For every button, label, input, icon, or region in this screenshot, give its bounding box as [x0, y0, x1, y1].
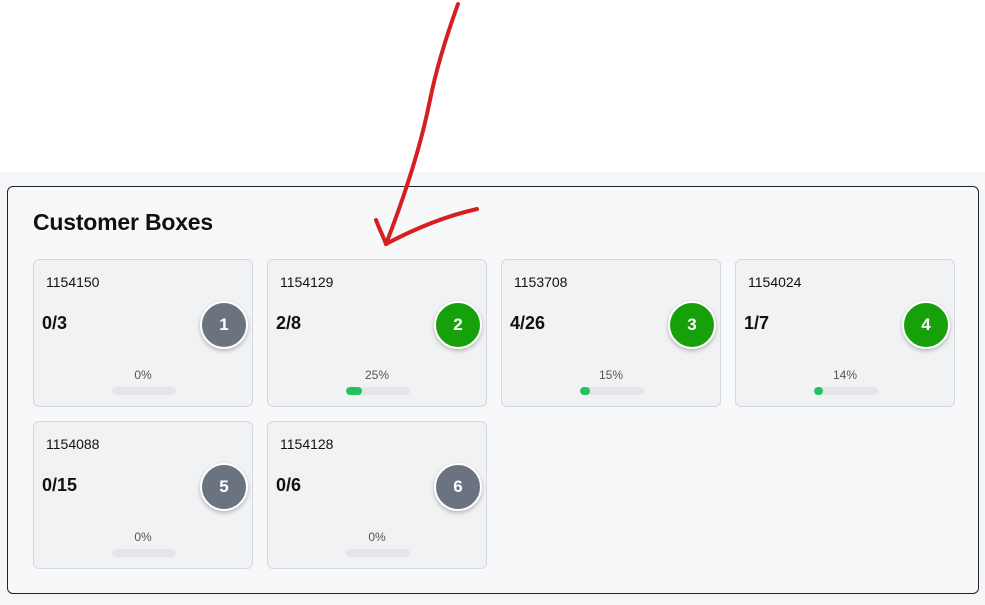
annotation-arrow-icon	[374, 2, 479, 246]
arrow-shaft	[384, 2, 460, 246]
arrow-head-left	[374, 218, 388, 246]
arrow-head-right	[384, 207, 479, 246]
